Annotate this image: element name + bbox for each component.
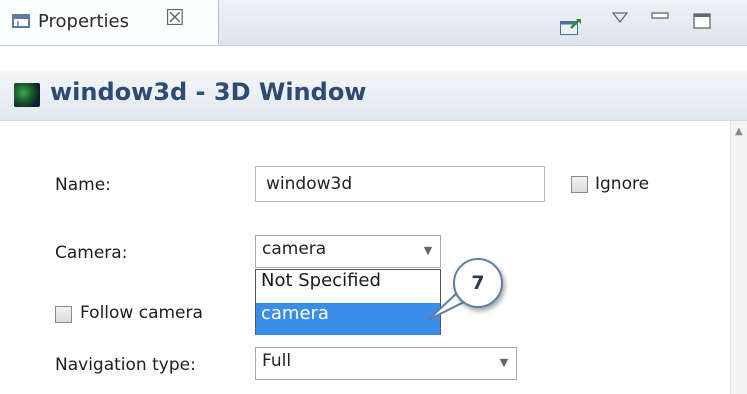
camera-dropdown-list: Not Specified camera	[255, 269, 441, 335]
follow-camera-label: Follow camera	[80, 303, 203, 323]
minimize-icon[interactable]	[651, 12, 669, 20]
chevron-down-icon[interactable]: ▼	[416, 236, 440, 267]
navigation-type-label: Navigation type:	[55, 355, 196, 375]
camera-option-camera[interactable]: camera	[256, 303, 440, 335]
navigation-type-value: Full	[262, 351, 292, 371]
callout-badge: 7	[453, 258, 503, 308]
ignore-label: Ignore	[595, 174, 650, 194]
tab-properties-label: Properties	[38, 11, 129, 32]
window3d-icon	[14, 83, 40, 107]
chevron-down-icon[interactable]: ▼	[492, 348, 516, 379]
name-field[interactable]: window3d	[255, 166, 545, 202]
navigation-type-select[interactable]: Full ▼	[255, 347, 517, 380]
follow-camera-checkbox[interactable]	[55, 306, 72, 323]
view-menu-icon[interactable]	[612, 12, 628, 24]
scroll-up-icon[interactable]: ▲	[735, 126, 743, 137]
name-label: Name:	[55, 175, 111, 195]
maximize-icon[interactable]	[693, 13, 711, 29]
camera-select-value: camera	[262, 239, 327, 259]
camera-label: Camera:	[55, 243, 128, 263]
properties-view-icon	[12, 14, 30, 28]
close-icon[interactable]: ☒	[165, 8, 185, 30]
ignore-checkbox[interactable]	[571, 176, 588, 193]
vertical-scrollbar[interactable]	[730, 121, 747, 394]
page-title: window3d - 3D Window	[50, 78, 367, 106]
camera-option-not-specified[interactable]: Not Specified	[256, 270, 440, 302]
pin-to-view-icon[interactable]	[560, 18, 582, 35]
camera-select[interactable]: camera ▼	[255, 235, 441, 268]
